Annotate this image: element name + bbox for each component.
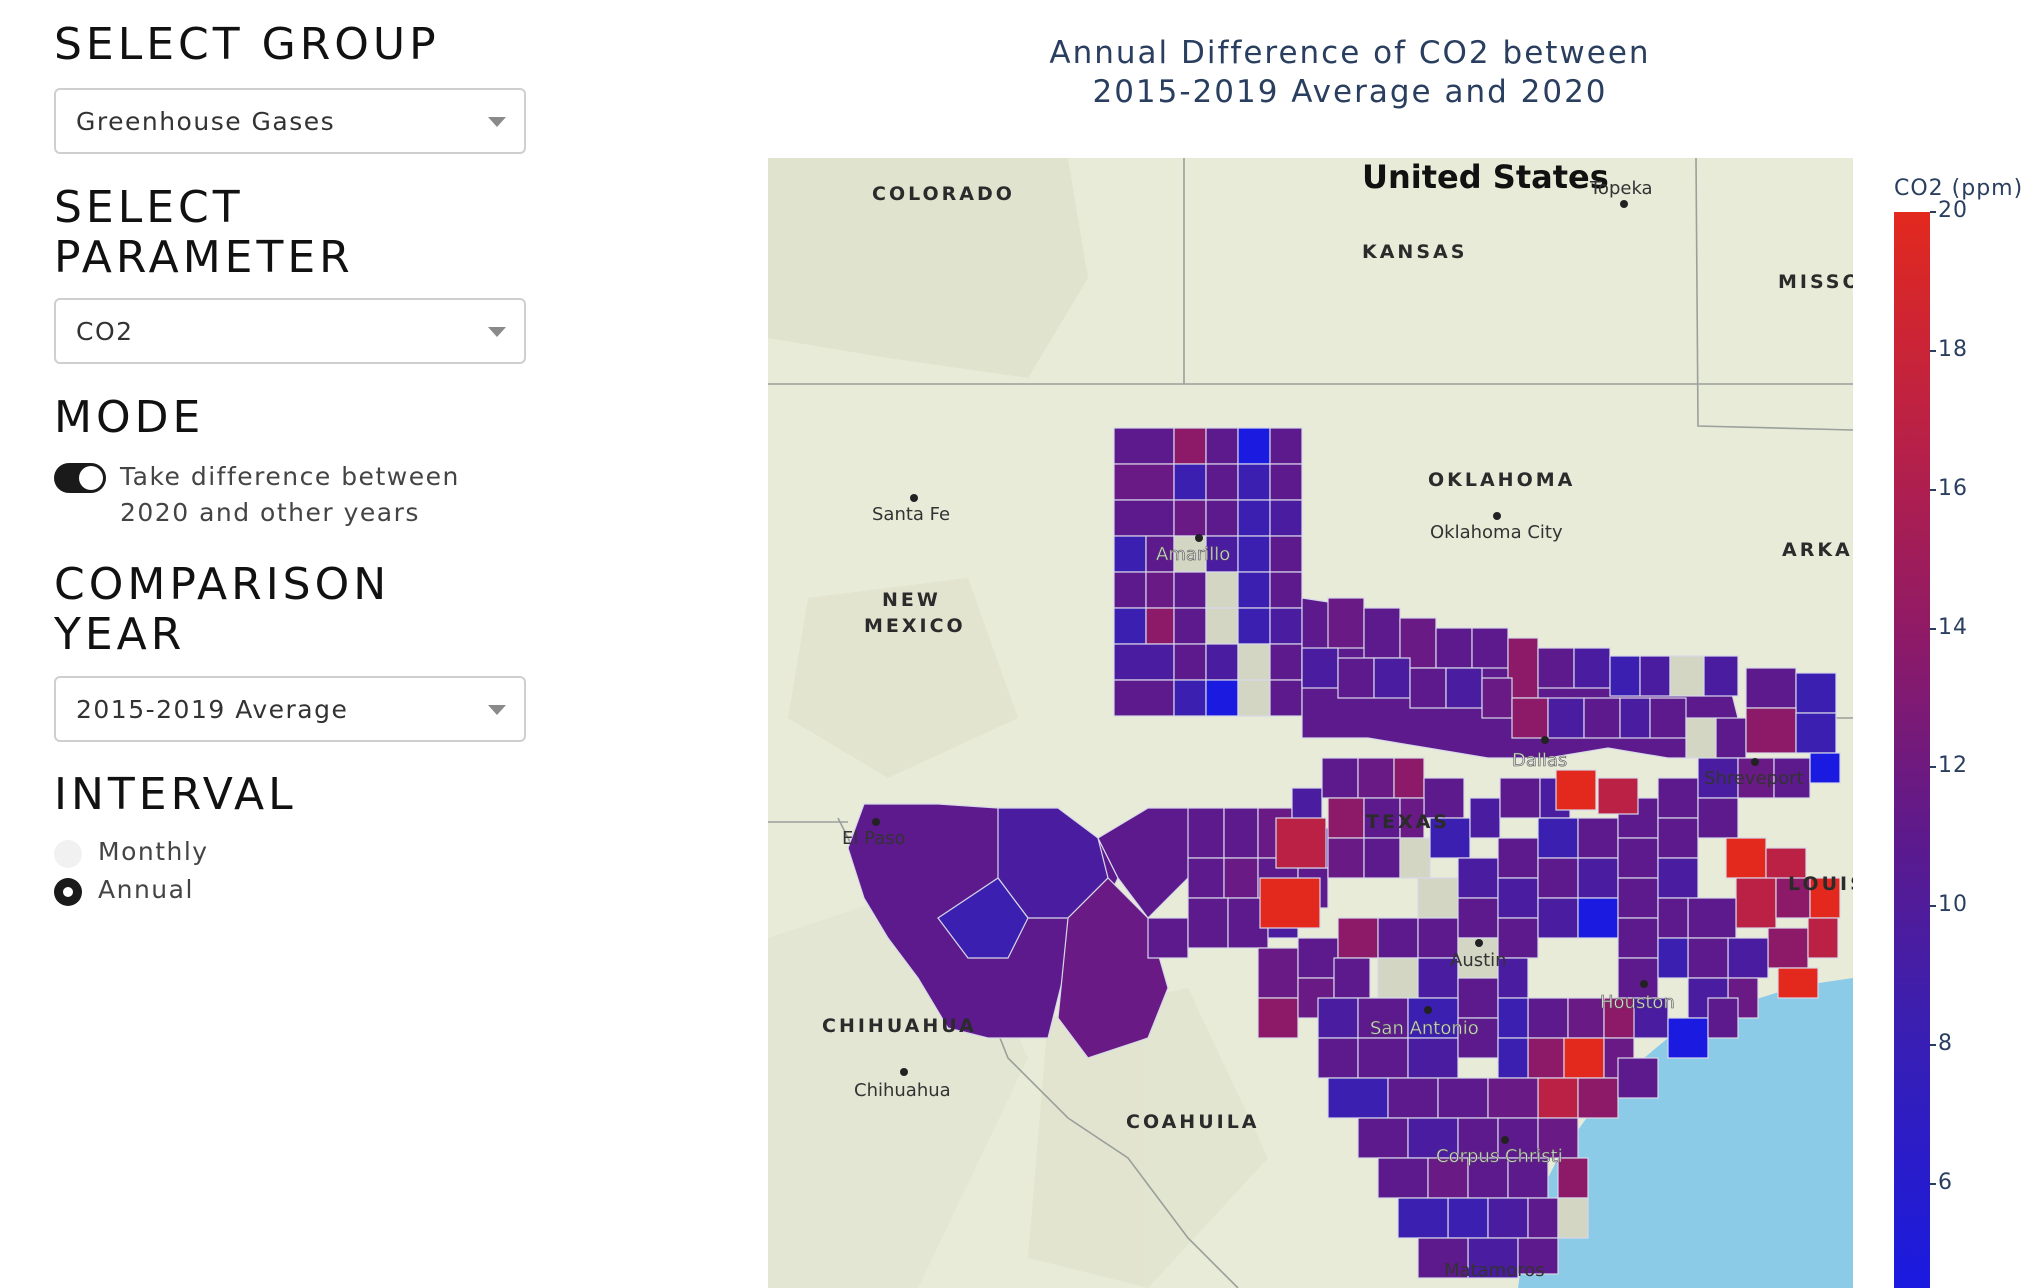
label-san-antonio: San Antonio (1370, 1018, 1479, 1039)
colorbar-tick-mark (1930, 1182, 1936, 1185)
choropleth-map[interactable]: United States Topeka COLORADO KANSAS MIS… (768, 158, 1853, 1288)
difference-toggle[interactable] (54, 463, 106, 493)
label-kansas: KANSAS (1362, 241, 1467, 263)
colorbar-tick-label: 10 (1938, 892, 1968, 918)
label-colorado: COLORADO (872, 183, 1015, 205)
select-parameter-heading-line1: SELECT (54, 182, 244, 233)
chevron-down-icon (488, 117, 506, 127)
label-topeka: Topeka (1589, 178, 1653, 199)
select-parameter-heading: SELECT PARAMETER (54, 183, 354, 283)
radio-annual[interactable] (54, 878, 82, 906)
mode-heading: MODE (54, 392, 205, 443)
label-mexico: MEXICO (864, 615, 966, 637)
interval-heading: INTERVAL (54, 769, 297, 820)
colorbar-tick-label: 12 (1938, 753, 1968, 779)
group-dropdown-value: Greenhouse Gases (76, 107, 336, 136)
label-amarillo: Amarillo (1156, 544, 1230, 565)
label-santa-fe: Santa Fe (872, 504, 950, 525)
label-shreveport: Shreveport (1704, 768, 1804, 789)
label-texas: TEXAS (1366, 811, 1450, 833)
label-coahuila: COAHUILA (1126, 1111, 1260, 1133)
label-united-states: United States (1362, 158, 1609, 196)
label-oklahoma: OKLAHOMA (1428, 469, 1575, 491)
radio-monthly[interactable] (54, 840, 82, 868)
select-parameter-heading-line2: PARAMETER (54, 232, 354, 283)
label-corpus-christi: Corpus Christi (1436, 1146, 1563, 1167)
colorbar-tick-label: 8 (1938, 1031, 1953, 1057)
colorbar-tick-label: 20 (1938, 198, 1968, 223)
parameter-dropdown-value: CO2 (76, 317, 134, 346)
label-dallas: Dallas (1512, 750, 1567, 771)
label-chihuahua-state: CHIHUAHUA (822, 1015, 977, 1037)
group-dropdown[interactable]: Greenhouse Gases (54, 88, 526, 154)
chevron-down-icon (488, 705, 506, 715)
comparison-heading-line2: YEAR (54, 609, 186, 660)
toggle-label-line2: 2020 and other years (120, 498, 420, 527)
chart-title-line1: Annual Difference of CO2 between (1049, 35, 1651, 71)
colorbar-tick-mark (1930, 627, 1936, 630)
colorbar (1894, 212, 1930, 1288)
colorbar-tick-label: 14 (1938, 614, 1968, 640)
toggle-label: Take difference between 2020 and other y… (120, 459, 460, 531)
comparison-heading-line1: COMPARISON (54, 559, 391, 610)
colorbar-tick-mark (1930, 1044, 1936, 1047)
label-arkansas: ARKAN (1782, 539, 1853, 561)
label-houston: Houston (1600, 992, 1675, 1013)
chevron-down-icon (488, 327, 506, 337)
label-matamoros: Matamoros (1444, 1260, 1545, 1281)
toggle-label-line1: Take difference between (120, 462, 460, 491)
colorbar-tick-mark (1930, 488, 1936, 491)
colorbar-tick-mark (1930, 211, 1936, 213)
colorbar-tick-mark (1930, 905, 1936, 908)
comparison-year-heading: COMPARISON YEAR (54, 560, 390, 660)
comparison-year-dropdown[interactable]: 2015-2019 Average (54, 676, 526, 742)
chart-title-line2: 2015-2019 Average and 2020 (1092, 74, 1608, 110)
label-new: NEW (882, 589, 941, 611)
colorbar-tick-label: 18 (1938, 336, 1968, 362)
colorbar-tick-label: 6 (1938, 1169, 1953, 1195)
label-louisiana: LOUIS (1788, 873, 1853, 895)
label-chihuahua-city: Chihuahua (854, 1080, 951, 1101)
parameter-dropdown[interactable]: CO2 (54, 298, 526, 364)
label-oklahoma-city: Oklahoma City (1430, 522, 1563, 543)
comparison-dropdown-value: 2015-2019 Average (76, 695, 349, 724)
label-missouri: MISSO (1778, 271, 1853, 293)
label-el-paso: El Paso (842, 828, 906, 849)
colorbar-tick-mark (1930, 349, 1936, 352)
label-austin: Austin (1450, 950, 1507, 971)
colorbar-tick-mark (1930, 766, 1936, 769)
radio-monthly-label: Monthly (98, 837, 209, 866)
toggle-knob (79, 466, 103, 490)
radio-annual-label: Annual (98, 875, 194, 904)
select-group-heading: SELECT GROUP (54, 19, 440, 70)
map-svg: United States Topeka COLORADO KANSAS MIS… (768, 158, 1853, 1288)
colorbar-tick-label: 16 (1938, 475, 1968, 501)
